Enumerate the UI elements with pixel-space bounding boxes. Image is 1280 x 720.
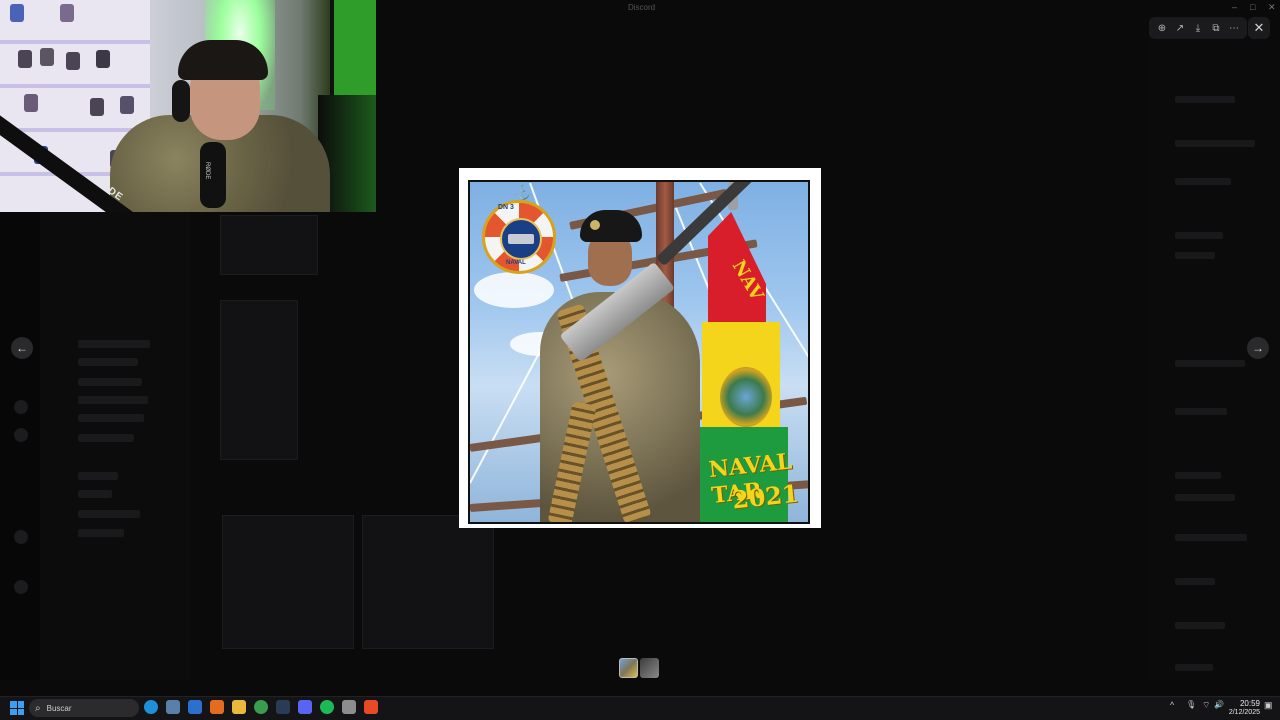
forward-icon: ↗ [1175,22,1185,34]
clock-date: 2/12/2025 [1228,709,1260,716]
thumbnail-strip [619,658,659,678]
viewer-image[interactable]: NAV NAVAL TAR 2021 ⚓ DN 3 NAVAL [459,168,821,528]
channel-item [78,396,148,404]
zoom-icon: ⊕ [1157,22,1167,34]
search-icon: ⌕ [35,702,41,714]
files-icon[interactable] [166,700,180,714]
download-icon: ⤓ [1195,22,1201,34]
webcam-overlay: RØDE RØDE [0,0,376,212]
window-title: Discord [628,3,656,12]
discord-icon[interactable] [298,700,312,714]
github-icon[interactable] [342,700,356,714]
forward-button[interactable]: ↗ [1172,20,1188,36]
steam-icon[interactable] [276,700,290,714]
member-item [1175,140,1255,147]
thumbnail-next[interactable] [640,658,659,678]
tray-wifi-icon[interactable]: ⌔ [1202,700,1210,711]
member-item [1175,252,1215,259]
message-image [220,215,318,275]
emblem-text-bottom: NAVAL [506,260,526,266]
image-content: NAV NAVAL TAR 2021 ⚓ DN 3 NAVAL [468,180,810,524]
maximize-button[interactable]: □ [1250,2,1255,12]
channel-item [78,510,140,518]
message-image [222,515,354,649]
server-icon [14,580,28,594]
flag-text-line2: 2021 [730,478,801,515]
thumbnail-current[interactable] [619,658,638,678]
member-item [1175,534,1247,541]
tray-volume-icon[interactable]: 🔊 [1214,700,1224,709]
channel-item [78,434,134,442]
member-item [1175,472,1221,479]
previous-image-button[interactable]: ← [11,337,33,359]
anchor-icon: ⚓ [514,184,532,200]
mic-tag-label: RØDE [204,162,210,180]
channel-item [78,378,142,386]
message-image [220,300,298,460]
channel-item [78,414,144,422]
member-item [1175,178,1231,185]
person-hair [178,40,268,80]
member-item [1175,494,1235,501]
explorer-icon[interactable] [232,700,246,714]
notification-icon[interactable]: ▣ [1264,700,1273,711]
member-item [1175,622,1225,629]
tray-chevron-icon[interactable]: ^ [1170,700,1174,710]
server-icon [14,530,28,544]
clock-time: 20:59 [1239,699,1260,708]
channel-item [78,490,112,498]
arrow-right-icon: → [1252,341,1264,355]
green-panel [330,0,376,95]
chrome-icon[interactable] [254,700,268,714]
message-image [362,515,494,649]
channel-item [78,472,118,480]
edge-icon[interactable] [144,700,158,714]
member-item [1175,408,1227,415]
arc-icon[interactable] [210,700,224,714]
zoom-button[interactable]: ⊕ [1154,20,1170,36]
download-button[interactable]: ⤓ [1190,20,1206,36]
beret-badge [590,220,600,230]
taskbar-clock[interactable]: 20:59 2/12/2025 [1228,699,1260,717]
channel-item [78,340,150,348]
member-item [1175,360,1245,367]
brave-icon[interactable] [364,700,378,714]
channel-item [78,529,124,537]
minimize-button[interactable]: – [1232,2,1237,12]
next-image-button[interactable]: → [1247,337,1269,359]
flag-coat-of-arms [720,367,772,427]
tray-mic-icon[interactable]: 🎙 [1186,700,1196,709]
member-item [1175,96,1235,103]
viewer-toolbar: ⊕ ↗ ⤓ ⧉ ⋯ [1149,17,1247,39]
member-item [1175,232,1223,239]
open-external-icon: ⧉ [1212,22,1220,34]
server-icon [14,428,28,442]
windows-start-button[interactable] [10,701,24,715]
more-icon: ⋯ [1229,22,1239,34]
taskbar-search[interactable]: ⌕ Buscar [29,699,139,717]
search-placeholder: Buscar [46,703,72,713]
naval-emblem-ship [508,234,534,244]
more-button[interactable]: ⋯ [1226,20,1242,36]
channel-item [78,358,138,366]
emblem-text-top: DN 3 [498,204,514,211]
member-item [1175,578,1215,585]
server-icon [14,400,28,414]
member-item [1175,664,1213,671]
office-icon[interactable] [188,700,202,714]
close-icon: ✕ [1253,20,1265,35]
spotify-icon[interactable] [320,700,334,714]
headphones [172,80,190,122]
open-external-button[interactable]: ⧉ [1208,20,1224,36]
close-viewer-button[interactable]: ✕ [1248,17,1270,39]
window-close-button[interactable]: ✕ [1268,2,1276,13]
arrow-left-icon: ← [16,341,28,355]
